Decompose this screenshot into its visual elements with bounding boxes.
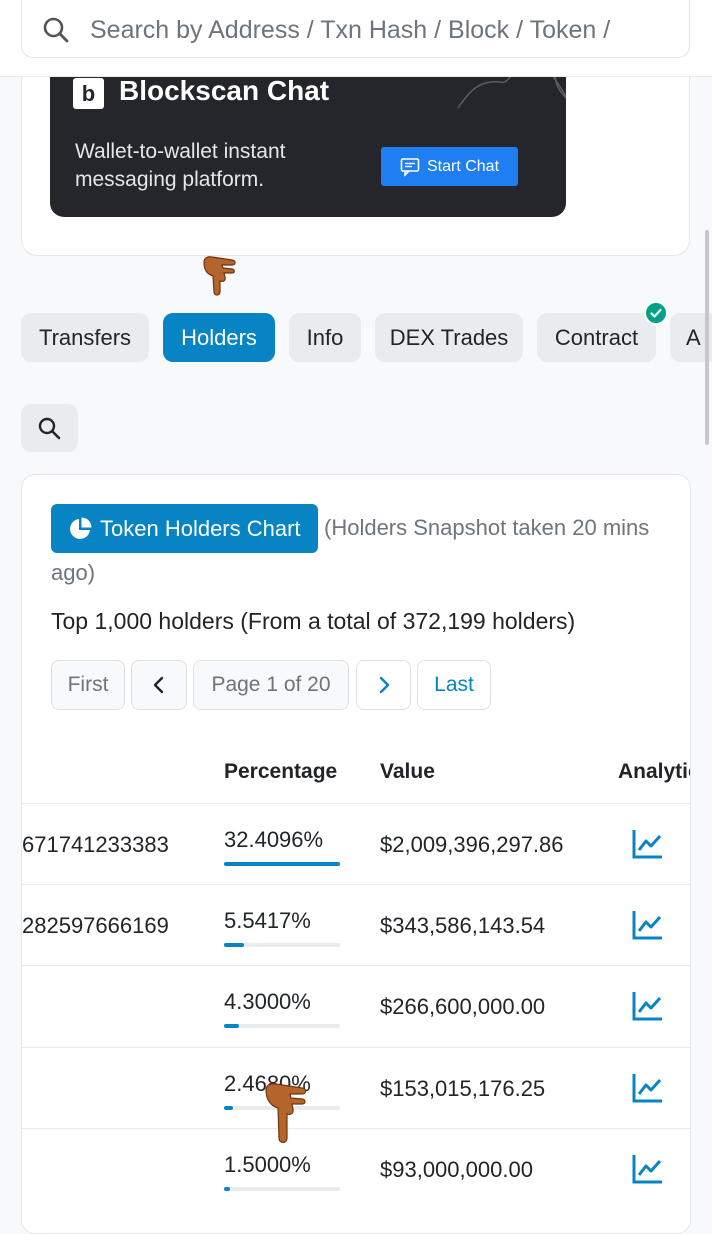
percentage-bar-fill [224, 1024, 240, 1028]
holder-percentage: 1.5000% [224, 1152, 311, 1177]
holder-address[interactable]: 671741233383 [22, 832, 169, 858]
banner-title: Blockscan Chat [119, 75, 330, 106]
snapshot-note: (Holders Snapshot taken 20 mins [324, 515, 650, 540]
analytics-chart-icon[interactable] [630, 988, 666, 1024]
tab-dex-trades[interactable]: DEX Trades [375, 313, 523, 362]
token-holders-chart-button[interactable]: Token Holders Chart [51, 504, 318, 553]
percentage-bar [224, 862, 340, 866]
pagination-last[interactable]: Last [417, 660, 491, 710]
holder-value: $153,015,176.25 [380, 1076, 546, 1101]
start-chat-button[interactable]: Start Chat [381, 147, 518, 186]
percentage-bar-fill [224, 1187, 230, 1191]
blockscan-chat-banner[interactable]: b Blockscan Chat Wallet-to-wallet instan… [50, 60, 566, 217]
percentage-bar-fill [224, 943, 244, 947]
analytics-chart-icon[interactable] [630, 1070, 666, 1106]
table-row: 2.4680% $153,015,176.25 [22, 1047, 690, 1129]
column-header-value: Value [380, 760, 435, 783]
analytics-chart-icon[interactable] [630, 1151, 666, 1187]
snapshot-note-cont: ago) [51, 560, 96, 585]
holder-address[interactable]: 282597666169 [22, 913, 169, 939]
percentage-bar [224, 943, 340, 947]
tab-bar: Transfers Holders Info DEX Trades Contra… [21, 313, 712, 363]
holders-card: Token Holders Chart (Holders Snapshot ta… [21, 474, 691, 1234]
pagination-first[interactable]: First [51, 660, 125, 710]
pie-chart-icon [70, 517, 92, 539]
start-chat-label: Start Chat [426, 157, 500, 175]
scrollbar[interactable] [705, 230, 709, 445]
verified-check-icon [644, 301, 668, 325]
holder-value: $2,009,396,297.86 [380, 832, 564, 857]
table-row: 4.3000% $266,600,000.00 [22, 965, 690, 1047]
banner-text: Wallet-to-wallet instant messaging platf… [75, 140, 286, 191]
tab-transfers[interactable]: Transfers [21, 313, 149, 362]
chat-icon [400, 157, 420, 177]
percentage-bar [224, 1024, 340, 1028]
tab-info[interactable]: Info [289, 313, 361, 362]
percentage-bar [224, 1187, 340, 1191]
table-row: 1.5000% $93,000,000.00 [22, 1128, 690, 1210]
filter-search-button[interactable] [21, 404, 78, 452]
tab-holders[interactable]: Holders [163, 313, 275, 362]
blockscan-logo: b [73, 78, 104, 109]
pointing-hand-icon [203, 256, 236, 296]
holder-value: $93,000,000.00 [380, 1157, 533, 1182]
header-search-area [0, 0, 712, 77]
chevron-right-icon [379, 676, 389, 694]
pagination-page-indicator: Page 1 of 20 [193, 660, 349, 710]
pointing-hand-icon [265, 1083, 307, 1144]
holder-value: $343,586,143.54 [380, 913, 546, 938]
column-header-percentage: Percentage [224, 760, 338, 783]
analytics-chart-icon[interactable] [630, 907, 666, 943]
percentage-bar-fill [224, 1106, 233, 1110]
holder-percentage: 4.3000% [224, 989, 311, 1014]
search-box[interactable] [21, 0, 690, 58]
tab-contract[interactable]: Contract [537, 313, 656, 362]
pagination-next[interactable] [356, 660, 411, 710]
holder-value: $266,600,000.00 [380, 994, 546, 1019]
table-row: 282597666169 5.5417% $343,586,143.54 [22, 884, 690, 966]
analytics-chart-icon[interactable] [630, 826, 666, 862]
column-header-analytics: Analytics [618, 760, 690, 783]
pagination-prev[interactable] [131, 660, 187, 710]
holders-summary: Top 1,000 holders (From a total of 372,1… [51, 608, 576, 634]
holder-percentage: 32.4096% [224, 827, 324, 852]
holder-percentage: 5.5417% [224, 908, 311, 933]
percentage-bar-fill [224, 862, 340, 866]
search-icon [38, 417, 61, 440]
search-icon [43, 17, 69, 43]
chart-button-label: Token Holders Chart [100, 515, 301, 541]
table-row: 671741233383 32.4096% $2,009,396,297.86 [22, 803, 690, 885]
chevron-left-icon [153, 676, 164, 694]
search-input[interactable] [88, 12, 682, 48]
